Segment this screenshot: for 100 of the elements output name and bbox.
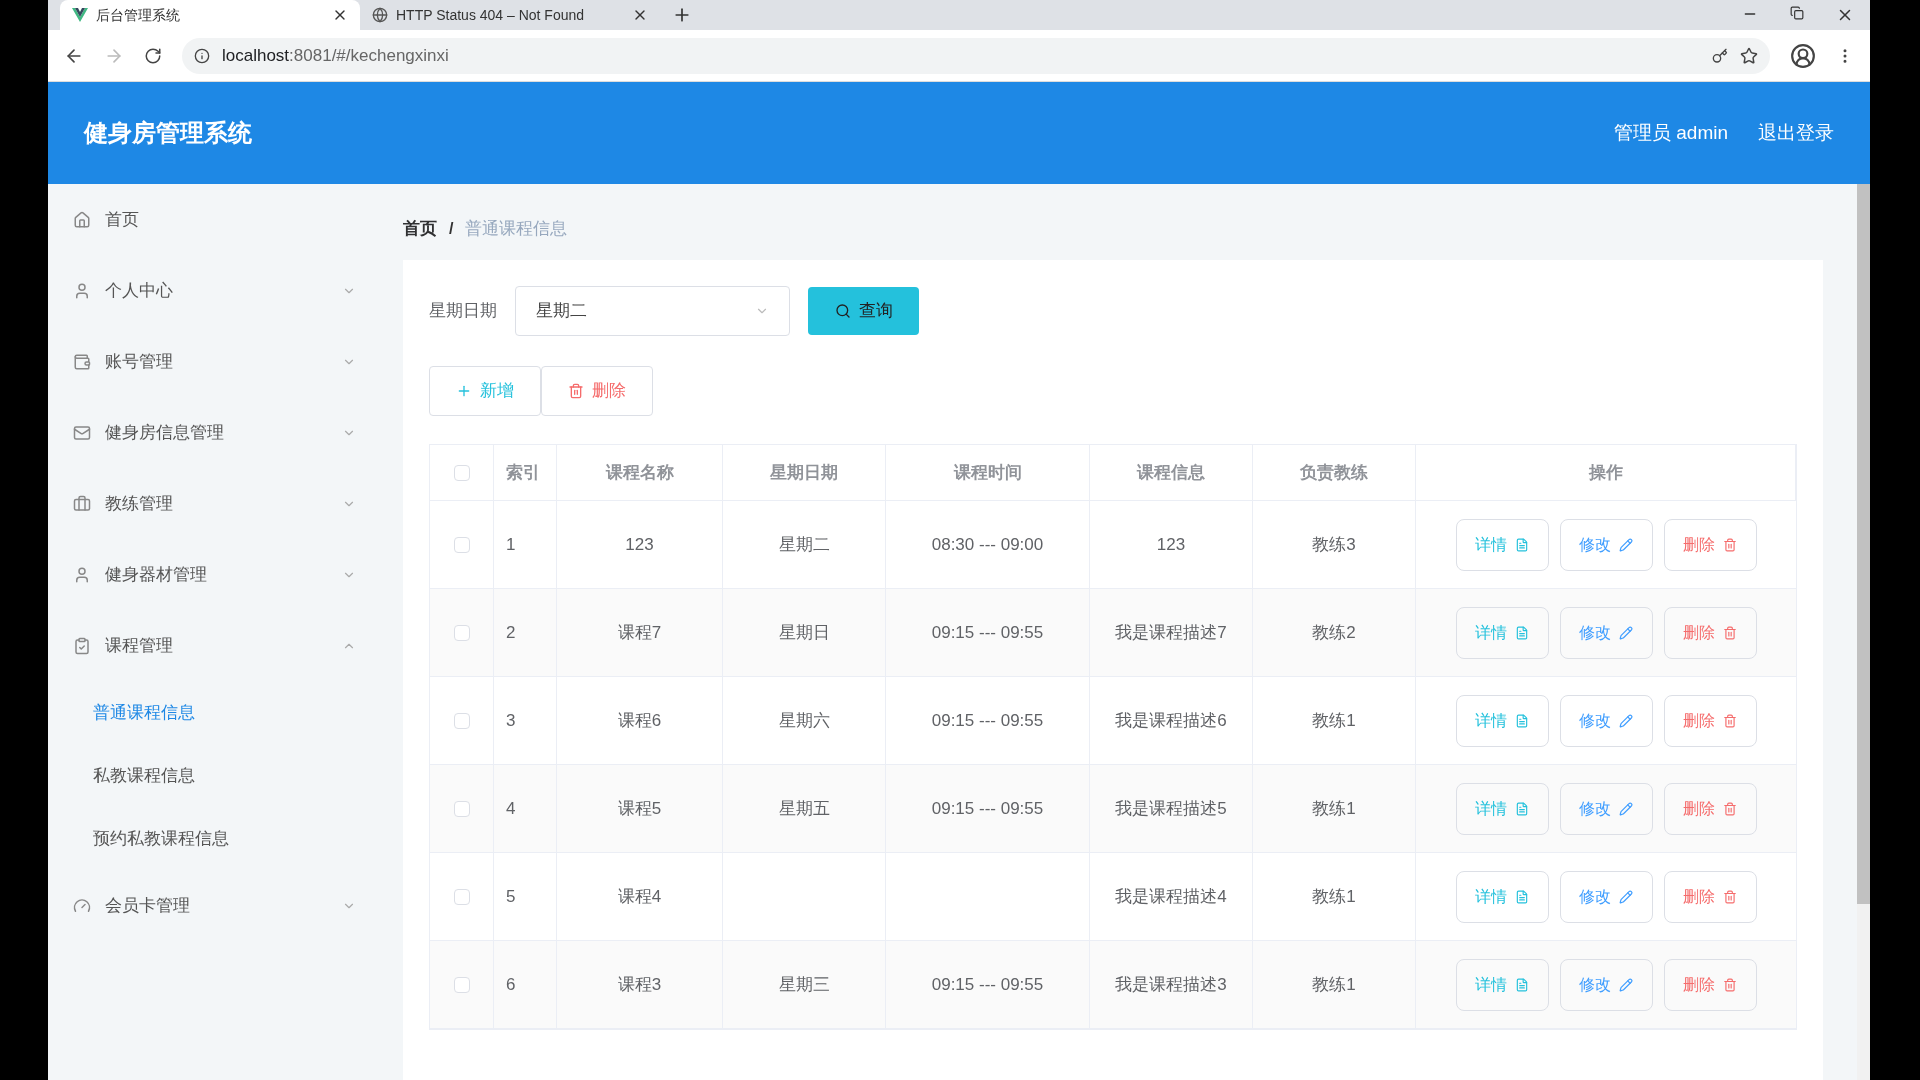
table-cell-text: 09:15 --- 09:55 bbox=[931, 621, 1044, 644]
table-cell-text: 教练2 bbox=[1312, 621, 1356, 644]
mail-icon bbox=[73, 423, 91, 442]
column-header: 课程信息 bbox=[1137, 461, 1205, 484]
profile-icon[interactable] bbox=[1790, 42, 1816, 69]
breadcrumb-link[interactable]: 首页 bbox=[403, 216, 437, 242]
trash-icon bbox=[1723, 889, 1737, 904]
checkbox[interactable] bbox=[453, 888, 470, 905]
table-cell-text: 我是课程描述5 bbox=[1115, 797, 1227, 820]
breadcrumb-current: 普通课程信息 bbox=[465, 218, 568, 241]
submenu-item[interactable]: 私教课程信息 bbox=[48, 744, 403, 807]
gauge-icon bbox=[73, 896, 91, 915]
pencil-icon bbox=[1619, 625, 1633, 640]
table-cell-text: 教练1 bbox=[1312, 973, 1356, 996]
user-icon bbox=[73, 281, 91, 300]
edit-button[interactable]: 修改 bbox=[1559, 958, 1653, 1011]
checkbox[interactable] bbox=[453, 800, 470, 817]
briefcase-icon bbox=[73, 494, 91, 513]
menu-item[interactable]: 健身房信息管理 bbox=[48, 397, 403, 468]
document-icon bbox=[1515, 801, 1529, 816]
detail-button[interactable]: 详情 bbox=[1455, 694, 1549, 747]
menu-item[interactable]: 教练管理 bbox=[48, 468, 403, 539]
row-delete-button[interactable]: 删除 bbox=[1663, 694, 1757, 747]
browser-tab[interactable]: 后台管理系统 bbox=[60, 0, 360, 30]
edit-button[interactable]: 修改 bbox=[1559, 782, 1653, 835]
row-delete-button[interactable]: 删除 bbox=[1663, 782, 1757, 835]
menu-item[interactable]: 个人中心 bbox=[48, 255, 403, 326]
app-title: 健身房管理系统 bbox=[84, 118, 252, 148]
tab-title: HTTP Status 404 – Not Found bbox=[396, 5, 586, 25]
detail-button[interactable]: 详情 bbox=[1455, 606, 1549, 659]
column-header: 课程名称 bbox=[605, 461, 674, 484]
weekday-select[interactable]: 星期二 bbox=[515, 286, 790, 336]
user-icon bbox=[73, 565, 91, 584]
row-delete-button[interactable]: 删除 bbox=[1663, 870, 1757, 923]
detail-button[interactable]: 详情 bbox=[1455, 870, 1549, 923]
table-cell-text: 教练3 bbox=[1312, 533, 1356, 556]
wallet-icon bbox=[73, 352, 91, 371]
detail-button[interactable]: 详情 bbox=[1455, 782, 1549, 835]
submenu-item[interactable]: 普通课程信息 bbox=[48, 681, 403, 744]
address-bar[interactable]: localhost:8081/#/kechengxinxi bbox=[182, 37, 1770, 74]
table-cell-text: 123 bbox=[625, 533, 654, 556]
submenu-item[interactable]: 预约私教课程信息 bbox=[48, 807, 403, 870]
table-cell-text: 09:15 --- 09:55 bbox=[931, 797, 1044, 820]
table-cell-text: 课程6 bbox=[617, 709, 662, 732]
search-button[interactable]: 查询 bbox=[808, 287, 919, 335]
table-cell-text: 星期三 bbox=[778, 973, 830, 996]
info-icon bbox=[194, 47, 210, 64]
column-header: 操作 bbox=[1588, 461, 1623, 484]
edit-button[interactable]: 修改 bbox=[1559, 606, 1653, 659]
table-cell-text: 星期五 bbox=[778, 797, 830, 820]
reload-icon[interactable] bbox=[144, 46, 162, 65]
key-icon[interactable] bbox=[1712, 47, 1728, 64]
row-delete-button[interactable]: 删除 bbox=[1663, 606, 1757, 659]
pencil-icon bbox=[1619, 889, 1633, 904]
detail-button[interactable]: 详情 bbox=[1455, 958, 1549, 1011]
table-cell-text: 教练1 bbox=[1312, 797, 1356, 820]
table-cell-text: 我是课程描述4 bbox=[1115, 885, 1227, 908]
menu-item[interactable]: 健身器材管理 bbox=[48, 539, 403, 610]
trash-icon bbox=[1723, 537, 1737, 552]
row-delete-button[interactable]: 删除 bbox=[1663, 958, 1757, 1011]
trash-icon bbox=[1723, 977, 1737, 992]
trash-icon bbox=[568, 383, 584, 399]
edit-button[interactable]: 修改 bbox=[1559, 518, 1653, 571]
browser-tab[interactable]: HTTP Status 404 – Not Found bbox=[360, 0, 660, 30]
table-cell-text: 星期二 bbox=[778, 533, 830, 556]
checkbox[interactable] bbox=[453, 976, 470, 993]
document-icon bbox=[1515, 977, 1529, 992]
logo-icon bbox=[72, 8, 88, 22]
checkbox[interactable] bbox=[453, 536, 470, 553]
table-cell-text: 教练1 bbox=[1312, 709, 1356, 732]
menu-item[interactable]: 首页 bbox=[48, 184, 403, 255]
restore-icon[interactable] bbox=[1790, 6, 1804, 20]
star-icon[interactable] bbox=[1740, 46, 1758, 65]
menu-item[interactable]: 会员卡管理 bbox=[48, 870, 403, 941]
document-icon bbox=[1515, 713, 1529, 728]
column-header: 索引 bbox=[506, 461, 540, 484]
delete-button[interactable]: 删除 bbox=[541, 366, 653, 416]
menu-item[interactable]: 课程管理 bbox=[48, 610, 403, 681]
checkbox[interactable] bbox=[453, 624, 470, 641]
scrollbar-thumb[interactable] bbox=[1857, 184, 1870, 904]
menu-item[interactable]: 账号管理 bbox=[48, 326, 403, 397]
logout-link[interactable]: 退出登录 bbox=[1758, 118, 1834, 148]
edit-button[interactable]: 修改 bbox=[1559, 694, 1653, 747]
checkbox[interactable] bbox=[453, 464, 470, 481]
table-cell-text: 09:15 --- 09:55 bbox=[931, 973, 1044, 996]
user-label: 管理员 admin bbox=[1613, 120, 1728, 145]
detail-button[interactable]: 详情 bbox=[1455, 518, 1549, 571]
add-button[interactable]: 新增 bbox=[429, 366, 541, 416]
table-cell-text: 2 bbox=[506, 621, 516, 644]
trash-icon bbox=[1723, 801, 1737, 816]
table-cell-text: 123 bbox=[1156, 533, 1186, 556]
document-icon bbox=[1515, 625, 1529, 640]
row-delete-button[interactable]: 删除 bbox=[1663, 518, 1757, 571]
table-cell-text: 4 bbox=[506, 797, 516, 820]
pencil-icon bbox=[1619, 977, 1633, 992]
edit-button[interactable]: 修改 bbox=[1559, 870, 1653, 923]
tab-title: 后台管理系统 bbox=[96, 5, 181, 25]
checkbox[interactable] bbox=[453, 712, 470, 729]
filter-label: 星期日期 bbox=[429, 300, 497, 323]
trash-icon bbox=[1723, 713, 1737, 728]
